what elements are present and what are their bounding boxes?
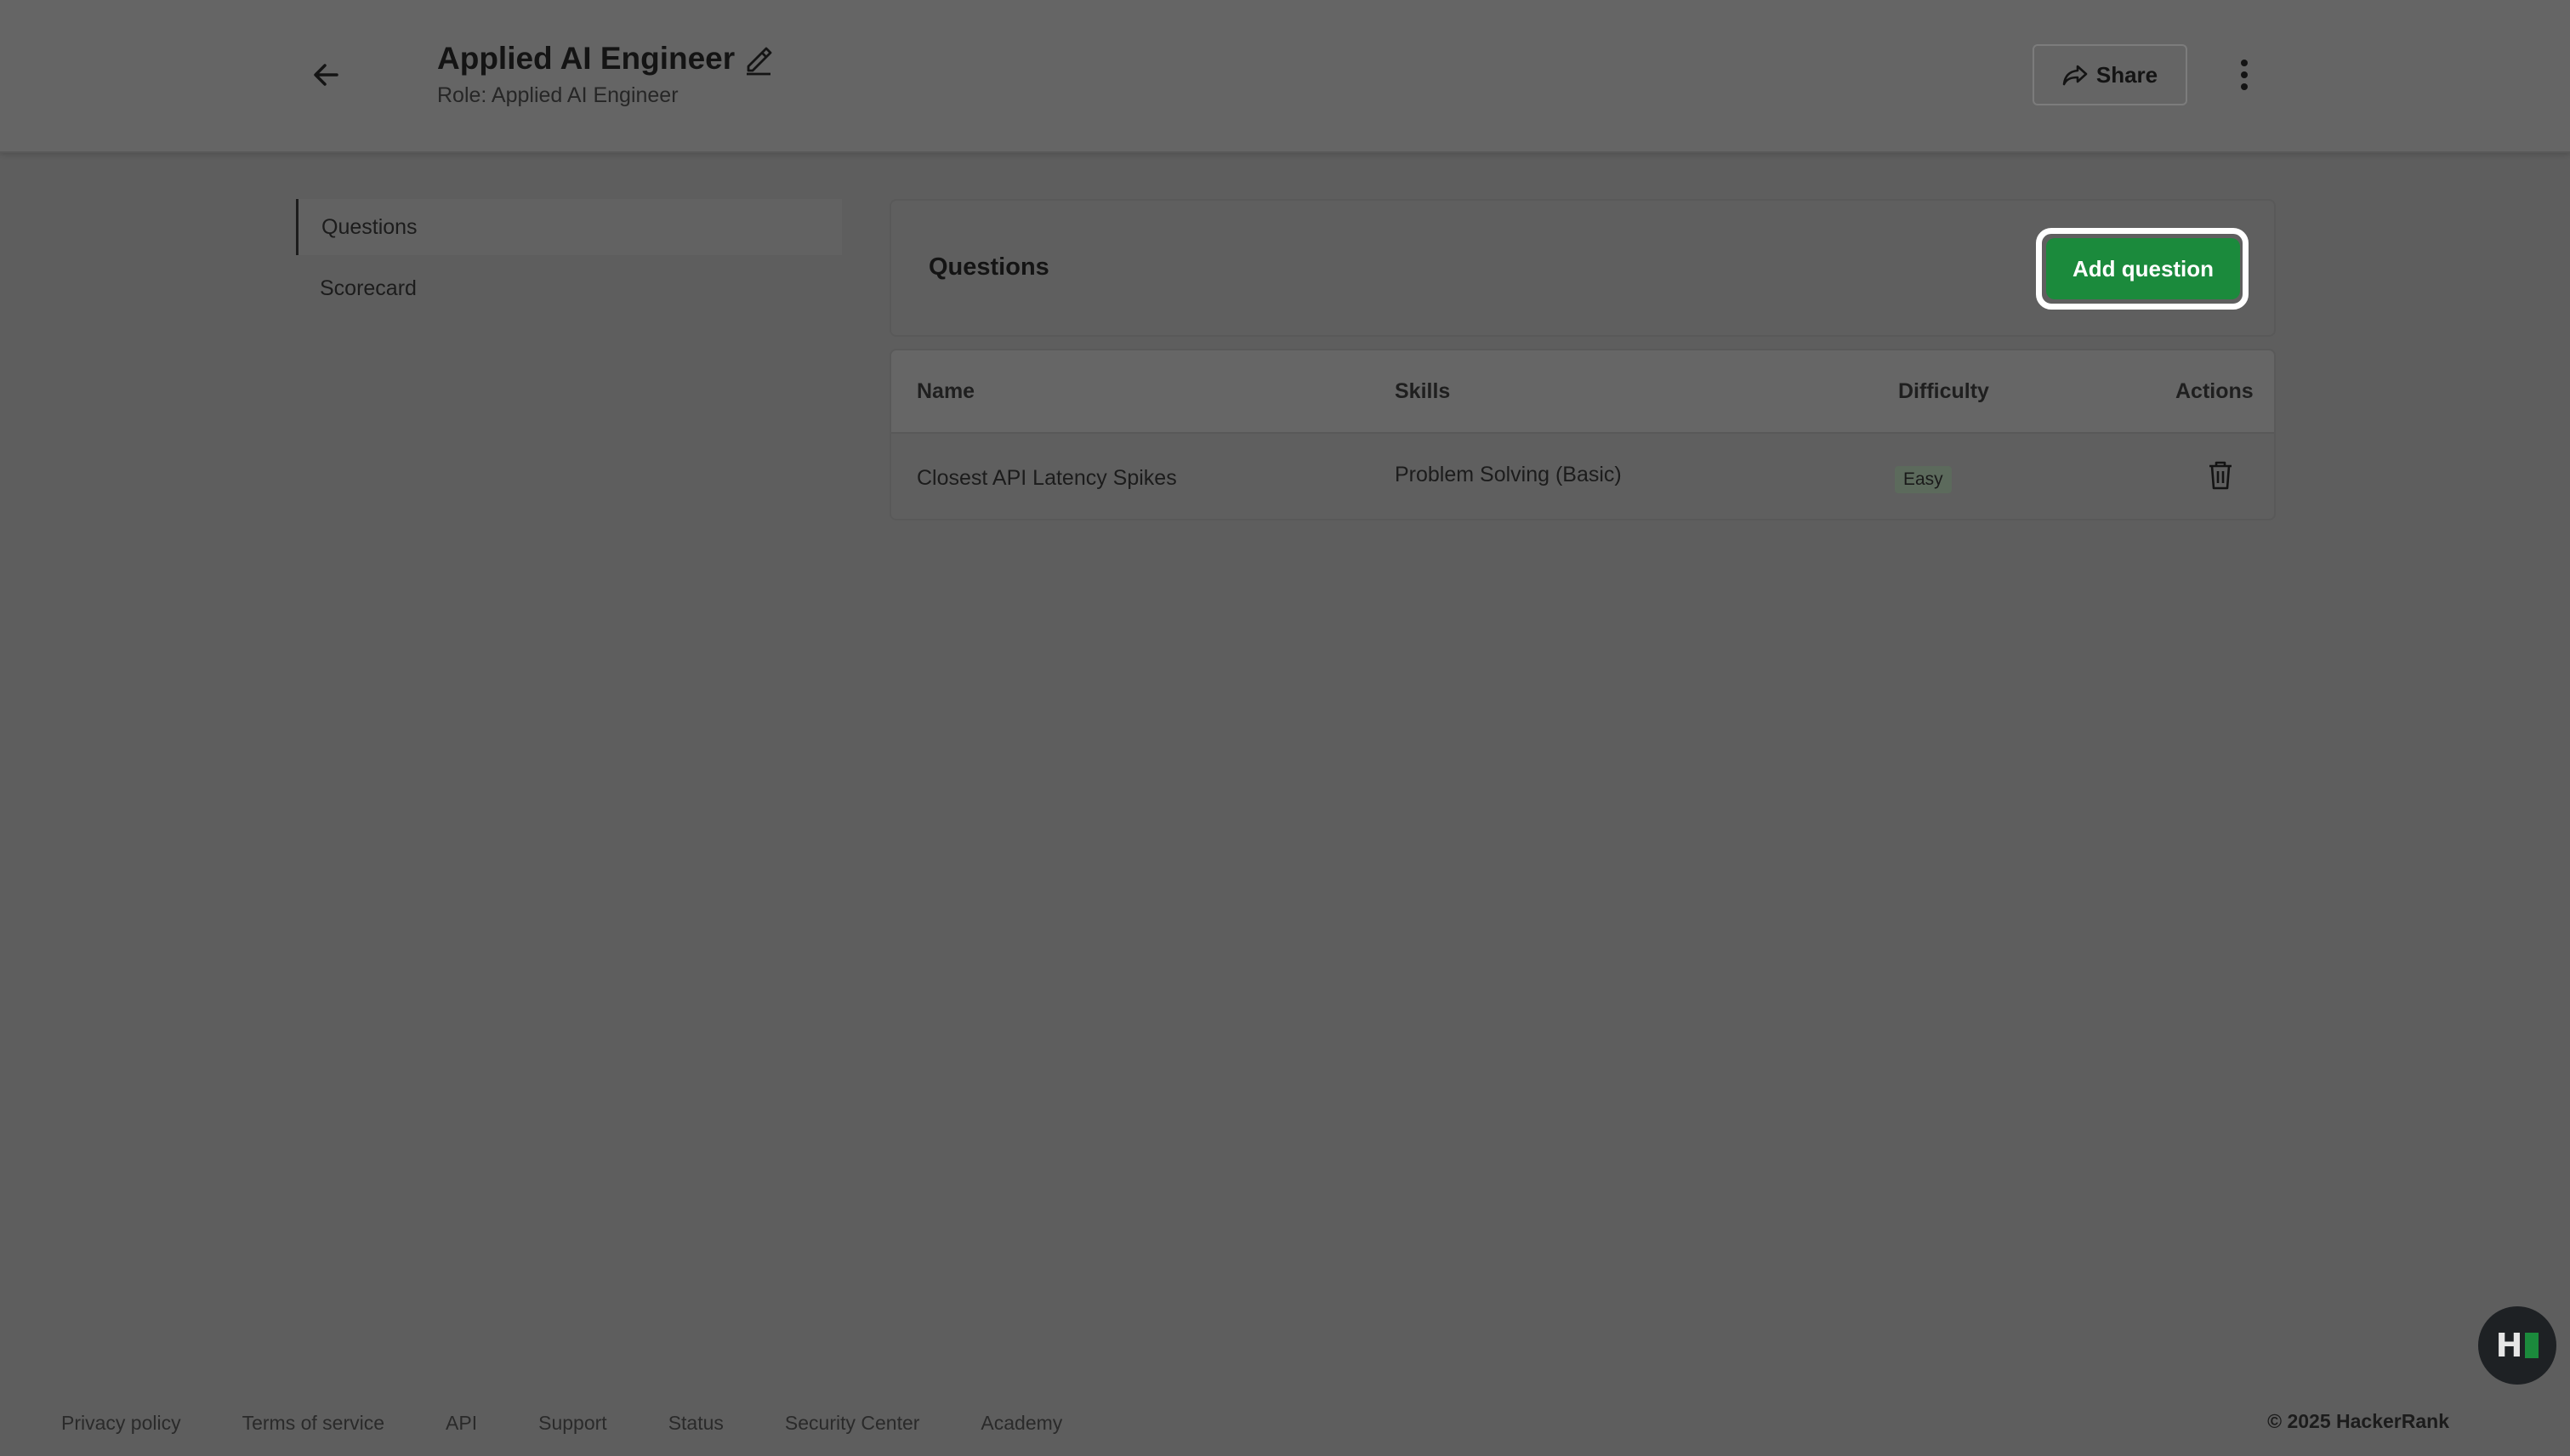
page-header: Applied AI Engineer Role: Applied AI Eng…	[0, 0, 2570, 153]
question-name[interactable]: Closest API Latency Spikes	[917, 466, 1177, 491]
column-header-skills: Skills	[1395, 379, 1451, 403]
share-label: Share	[2095, 61, 2158, 88]
footer-links: Privacy policy Terms of service API Supp…	[61, 1412, 1123, 1435]
more-options-button[interactable]	[2228, 54, 2260, 95]
table-row[interactable]: Closest API Latency Spikes Problem Solvi…	[891, 434, 2274, 519]
more-vertical-icon	[2241, 60, 2248, 66]
column-header-name: Name	[917, 379, 975, 403]
footer-link-status[interactable]: Status	[668, 1412, 724, 1435]
share-button[interactable]: Share	[2033, 44, 2187, 105]
share-icon	[2062, 65, 2088, 86]
footer-link-api[interactable]: API	[446, 1412, 477, 1435]
questions-table: Name Skills Difficulty Actions Closest A…	[890, 349, 2276, 520]
questions-panel: Questions Add question	[890, 199, 2276, 337]
delete-question-button[interactable]	[2206, 459, 2235, 492]
question-skills: Problem Solving (Basic)	[1395, 463, 1622, 486]
page-title: Applied AI Engineer	[437, 41, 736, 76]
pencil-icon	[747, 47, 772, 76]
copyright: © 2025 HackerRank	[2267, 1410, 2449, 1432]
hackerrank-help-button[interactable]: H	[2478, 1306, 2556, 1385]
back-button[interactable]	[306, 56, 347, 94]
add-question-button[interactable]: Add question	[2046, 238, 2240, 299]
trash-icon	[2209, 461, 2232, 490]
footer-link-security[interactable]: Security Center	[785, 1412, 920, 1435]
sidebar-item-scorecard[interactable]: Scorecard	[296, 260, 842, 316]
footer-link-privacy[interactable]: Privacy policy	[61, 1412, 181, 1435]
arrow-left-icon	[314, 64, 338, 86]
page-subtitle: Role: Applied AI Engineer	[437, 83, 679, 107]
sidebar-nav: Questions Scorecard	[296, 199, 842, 321]
questions-title: Questions	[929, 253, 1049, 281]
footer-link-support[interactable]: Support	[538, 1412, 607, 1435]
footer-link-terms[interactable]: Terms of service	[242, 1412, 384, 1435]
hackerrank-logo-icon: H	[2495, 1327, 2523, 1364]
column-header-difficulty: Difficulty	[1898, 379, 1989, 403]
edit-title-button[interactable]	[742, 43, 776, 77]
table-header: Name Skills Difficulty Actions	[891, 350, 2274, 434]
footer-link-academy[interactable]: Academy	[981, 1412, 1062, 1435]
difficulty-badge: Easy	[1895, 466, 1952, 493]
column-header-actions: Actions	[2175, 379, 2254, 403]
sidebar-item-questions[interactable]: Questions	[296, 199, 842, 255]
